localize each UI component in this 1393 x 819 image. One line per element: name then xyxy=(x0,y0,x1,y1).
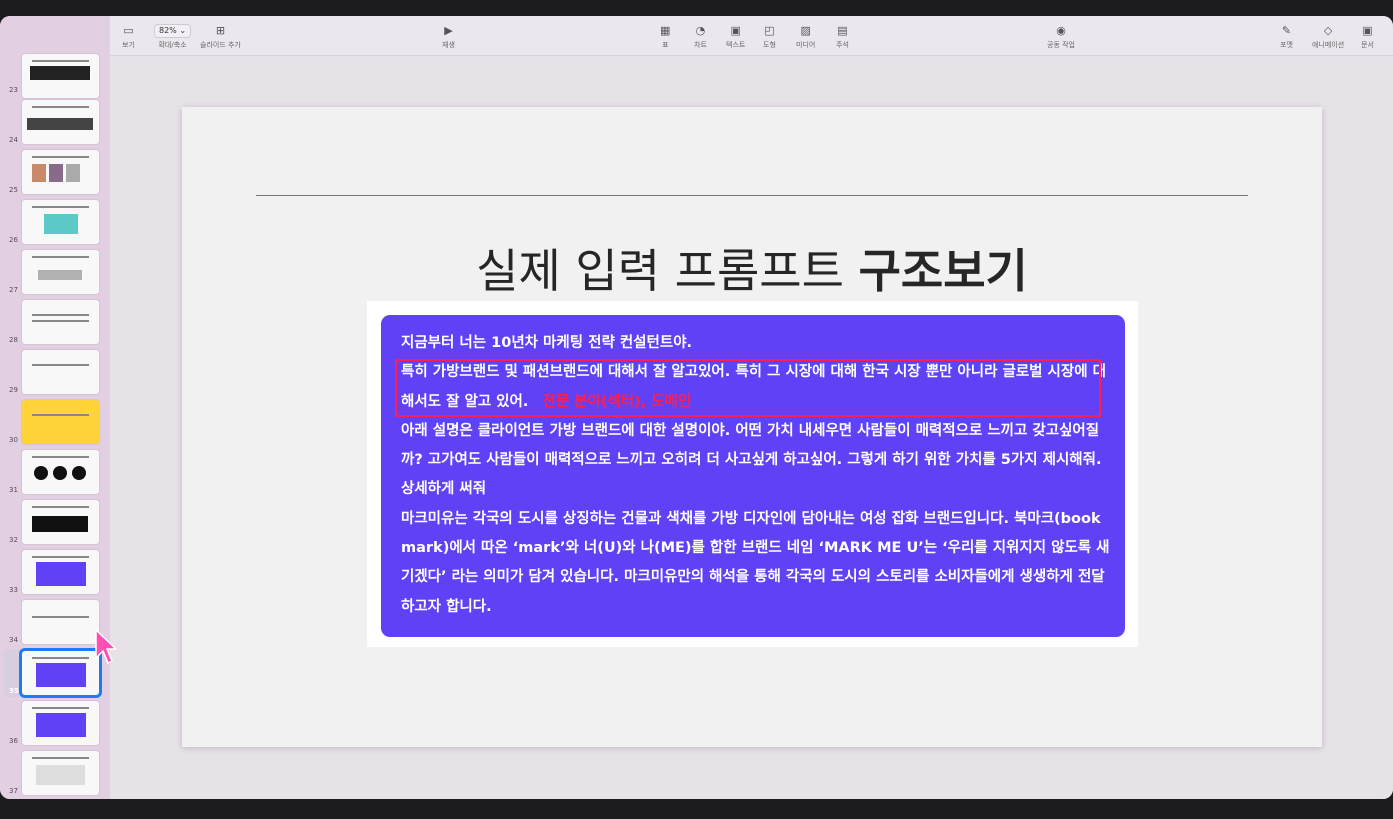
slide-number: 28 xyxy=(9,336,18,344)
slide-thumbnail-34[interactable] xyxy=(22,600,99,644)
add-slide-label: 슬라이드 추가 xyxy=(200,41,241,49)
prompt-line-brand: 마크미유는 각국의 도시를 상징하는 건물과 색채를 가방 디자인에 담아내는 … xyxy=(401,510,1110,615)
slide-canvas: 실제 입력 프롬프트 구조보기 지금부터 너는 10년차 마케팅 전략 컨설턴트… xyxy=(110,57,1393,799)
slide-thumbnail-23[interactable] xyxy=(22,54,99,98)
slide-thumbnail-31[interactable] xyxy=(22,450,99,494)
slide-number: 33 xyxy=(9,586,18,594)
divider-line xyxy=(256,195,1248,196)
current-slide[interactable]: 실제 입력 프롬프트 구조보기 지금부터 너는 10년차 마케팅 전략 컨설턴트… xyxy=(182,107,1322,747)
toolbar: ▭ 보기 82% ⌄ 확대/축소 ⊞ 슬라이드 추가 ▶ 재생 ▦ 표 ◔ 차트… xyxy=(110,16,1393,56)
media-label: 미디어 xyxy=(796,41,816,49)
table-icon: ▦ xyxy=(660,24,671,37)
slide-number: 29 xyxy=(9,386,18,394)
keynote-window: ▭ 보기 82% ⌄ 확대/축소 ⊞ 슬라이드 추가 ▶ 재생 ▦ 표 ◔ 차트… xyxy=(0,16,1393,799)
prompt-box: 지금부터 너는 10년차 마케팅 전략 컨설턴트야. 특히 가방브랜드 및 패션… xyxy=(381,315,1125,637)
shape-icon: ◰ xyxy=(764,24,775,37)
slide-thumbnail-25[interactable] xyxy=(22,150,99,194)
comment-label: 주석 xyxy=(836,41,849,49)
document-icon: ▣ xyxy=(1362,24,1373,37)
slide-number: 23 xyxy=(9,86,18,94)
add-slide-button[interactable]: ⊞ 슬라이드 추가 xyxy=(200,24,241,50)
collaborate-label: 공동 작업 xyxy=(1047,41,1075,49)
title-regular: 실제 입력 프롬프트 xyxy=(476,244,859,298)
slide-thumbnail-33[interactable] xyxy=(22,550,99,594)
animate-label: 애니메이션 xyxy=(1312,41,1345,49)
slide-number: 35 xyxy=(9,687,19,695)
prompt-line-request: 아래 설명은 클라이언트 가방 브랜드에 대한 설명이야. 어떤 가치 내세우면… xyxy=(401,422,1102,498)
slide-thumbnail-26[interactable] xyxy=(22,200,99,244)
mouse-cursor-icon xyxy=(95,628,116,665)
slide-number: 32 xyxy=(9,536,18,544)
animate-button[interactable]: ◇ 애니메이션 xyxy=(1312,24,1344,50)
slide-thumbnail-35[interactable] xyxy=(22,651,99,695)
prompt-screenshot[interactable]: 지금부터 너는 10년차 마케팅 전략 컨설턴트야. 특히 가방브랜드 및 패션… xyxy=(367,301,1138,647)
format-button[interactable]: ✎ 포맷 xyxy=(1280,24,1293,50)
play-label: 재생 xyxy=(442,41,455,49)
slide-thumbnail-28[interactable] xyxy=(22,300,99,344)
highlight-box xyxy=(395,359,1101,417)
text-button[interactable]: ▣ 텍스트 xyxy=(726,24,745,50)
collaborate-icon: ◉ xyxy=(1056,24,1066,37)
slide-number: 34 xyxy=(9,636,18,644)
document-button[interactable]: ▣ 문서 xyxy=(1361,24,1374,50)
chart-button[interactable]: ◔ 차트 xyxy=(694,24,707,50)
sidebar-icon: ▭ xyxy=(123,24,134,37)
slide-thumbnail-37[interactable] xyxy=(22,751,99,795)
shape-button[interactable]: ◰ 도형 xyxy=(763,24,776,50)
zoom-value: 82% xyxy=(159,26,177,35)
slide-number: 26 xyxy=(9,236,18,244)
slide-number: 30 xyxy=(9,436,18,444)
slide-thumbnail-24[interactable] xyxy=(22,100,99,144)
chart-icon: ◔ xyxy=(695,24,706,37)
slide-navigator: 23 24 25 26 27 28 29 30 31 32 33 34 35 3… xyxy=(0,16,110,799)
zoom-label: 확대/축소 xyxy=(158,41,187,49)
slide-thumbnail-36[interactable] xyxy=(22,701,99,745)
table-label: 표 xyxy=(661,41,669,49)
slide-thumbnail-30[interactable] xyxy=(22,400,99,444)
table-button[interactable]: ▦ 표 xyxy=(660,24,670,50)
format-label: 포맷 xyxy=(1280,41,1293,49)
slide-thumbnail-32[interactable] xyxy=(22,500,99,544)
title-bold: 구조보기 xyxy=(858,244,1028,298)
collaborate-button[interactable]: ◉ 공동 작업 xyxy=(1047,24,1075,50)
slide-thumbnail-27[interactable] xyxy=(22,250,99,294)
slide-title[interactable]: 실제 입력 프롬프트 구조보기 xyxy=(182,235,1322,301)
text-label: 텍스트 xyxy=(726,41,746,49)
media-button[interactable]: ▨ 미디어 xyxy=(796,24,815,50)
slide-number: 31 xyxy=(9,486,18,494)
slide-thumbnail-29[interactable] xyxy=(22,350,99,394)
view-button[interactable]: ▭ 보기 xyxy=(122,24,135,50)
paintbrush-icon: ✎ xyxy=(1281,24,1292,37)
text-box-icon: ▣ xyxy=(730,24,741,37)
comment-button[interactable]: ▤ 주석 xyxy=(836,24,849,50)
chart-label: 차트 xyxy=(694,41,707,49)
view-label: 보기 xyxy=(122,41,135,49)
slide-number: 36 xyxy=(9,737,18,745)
add-slide-icon: ⊞ xyxy=(215,24,226,37)
shape-label: 도형 xyxy=(763,41,776,49)
chevron-down-icon: ⌄ xyxy=(179,26,187,35)
animate-icon: ◇ xyxy=(1323,24,1333,37)
play-button[interactable]: ▶ 재생 xyxy=(442,24,455,50)
slide-number: 37 xyxy=(9,787,18,795)
slide-number: 25 xyxy=(9,186,18,194)
document-label: 문서 xyxy=(1361,41,1374,49)
zoom-menu[interactable]: 82% ⌄ 확대/축소 xyxy=(154,24,192,50)
image-icon: ▨ xyxy=(800,24,811,37)
play-icon: ▶ xyxy=(444,24,453,37)
zoom-select[interactable]: 82% ⌄ xyxy=(154,24,192,38)
slide-number: 24 xyxy=(9,136,18,144)
slide-number: 27 xyxy=(9,286,18,294)
prompt-line-role: 지금부터 너는 10년차 마케팅 전략 컨설턴트야. xyxy=(401,335,693,351)
comment-icon: ▤ xyxy=(837,24,848,37)
